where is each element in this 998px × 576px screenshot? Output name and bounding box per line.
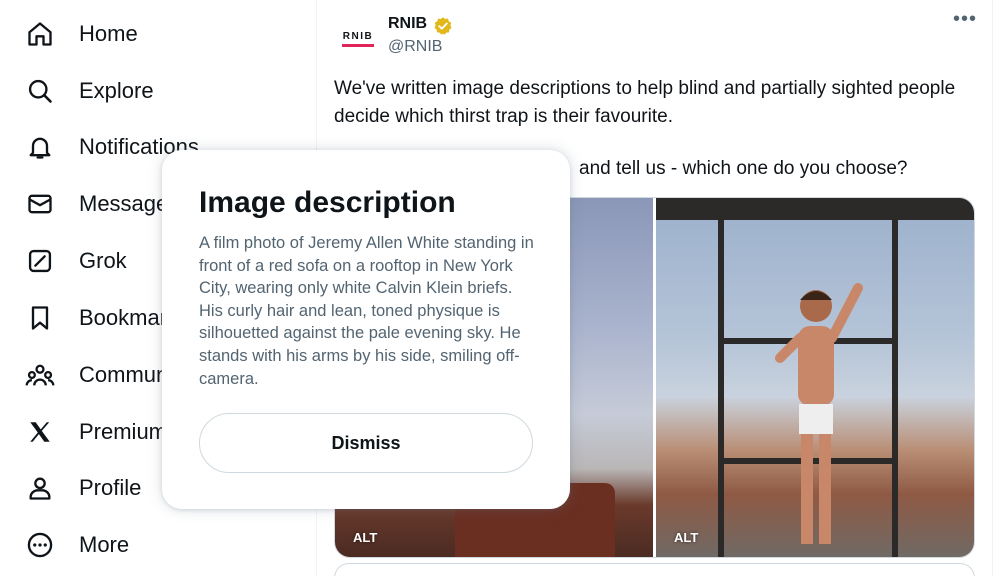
- more-circle-icon: [22, 527, 58, 563]
- sidebar-item-label: Premium: [79, 419, 168, 444]
- sidebar-item-label: Profile: [79, 475, 142, 500]
- author-handle[interactable]: @RNIB: [388, 38, 442, 56]
- envelope-icon: [22, 186, 58, 222]
- dismiss-button[interactable]: Dismiss: [199, 413, 533, 473]
- alt-badge[interactable]: ALT: [674, 530, 698, 545]
- verified-badge-icon: [433, 16, 453, 36]
- bookmark-icon: [22, 300, 58, 336]
- avatar-logo-bar: [342, 44, 374, 47]
- home-icon: [22, 16, 58, 52]
- column-divider: [992, 0, 993, 576]
- avatar-logo-text: RNIB: [342, 31, 374, 42]
- sidebar-item-explore[interactable]: Explore: [22, 67, 154, 115]
- person-figure: [775, 283, 863, 544]
- sidebar-item-label: Home: [79, 21, 138, 46]
- dialog-body: A film photo of Jeremy Allen White stand…: [199, 234, 534, 388]
- more-options-icon[interactable]: •••: [953, 8, 977, 31]
- post-text: We've written image descriptions to help…: [334, 78, 956, 127]
- sidebar-item-profile[interactable]: Profile: [22, 464, 141, 512]
- communities-icon: [22, 357, 58, 393]
- dialog-title: Image description: [199, 186, 456, 219]
- person-icon: [22, 470, 58, 506]
- sidebar-item-more[interactable]: More: [22, 521, 129, 569]
- scaffold-top: [656, 198, 974, 220]
- author-name[interactable]: RNIB: [388, 15, 427, 33]
- scaffold-post: [892, 220, 898, 557]
- sidebar-item-label: More: [79, 532, 130, 557]
- image-description-dialog: Image description A film photo of Jeremy…: [162, 150, 570, 509]
- bell-icon: [22, 129, 58, 165]
- search-icon: [22, 73, 58, 109]
- grok-icon: [22, 243, 58, 279]
- media-image-right[interactable]: ALT: [656, 198, 974, 557]
- sidebar-item-label: Grok: [79, 248, 127, 273]
- sidebar-item-premium[interactable]: Premium: [22, 408, 167, 456]
- alt-badge[interactable]: ALT: [353, 530, 377, 545]
- x-logo-icon: [22, 414, 58, 450]
- sidebar-item-grok[interactable]: Grok: [22, 237, 127, 285]
- post-actions-box: [334, 563, 975, 576]
- sidebar-item-home[interactable]: Home: [22, 10, 138, 58]
- post-text-continued: and tell us - which one do you choose?: [579, 158, 908, 179]
- sidebar-item-messages[interactable]: Messages: [22, 180, 179, 228]
- avatar[interactable]: RNIB: [337, 18, 379, 60]
- sidebar-item-label: Explore: [79, 78, 154, 103]
- scaffold-post: [718, 220, 724, 557]
